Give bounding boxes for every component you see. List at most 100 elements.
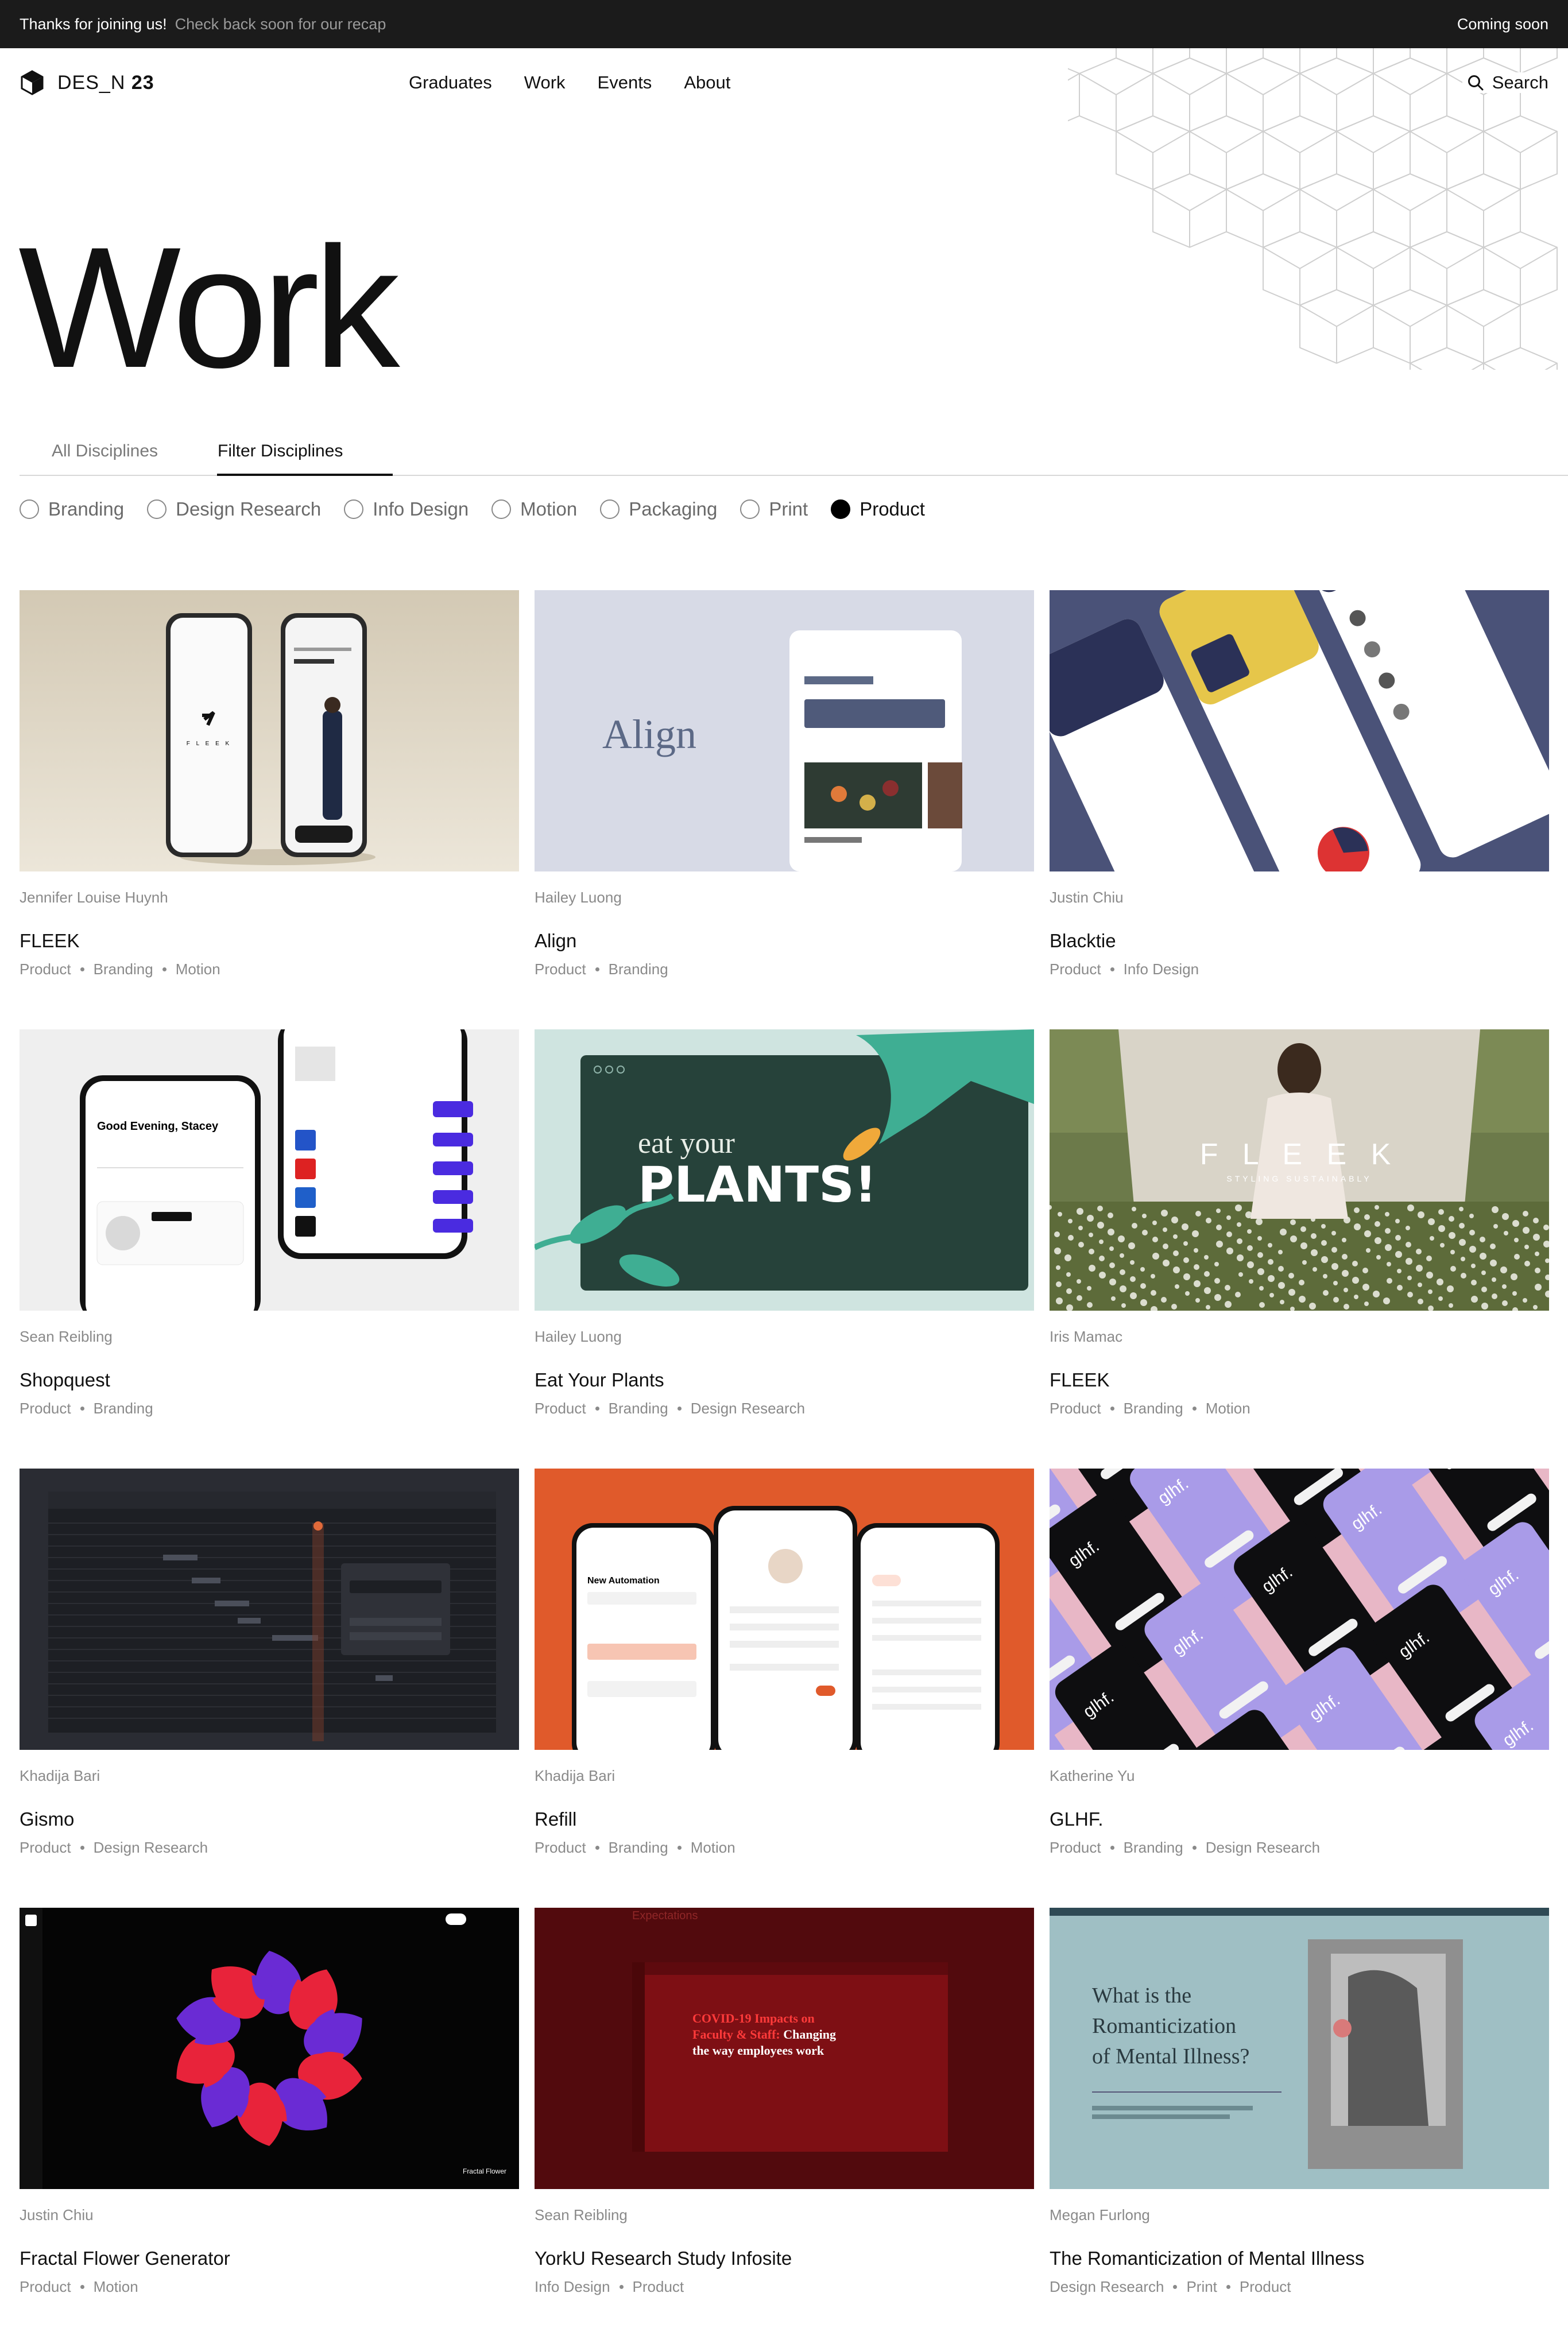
project-title[interactable]: Refill (535, 1808, 576, 1830)
project-thumbnail[interactable]: COVID-19 Impacts on Faculty & Staff: Cha… (535, 1908, 1034, 2189)
coming-soon-label: Coming soon (1457, 15, 1548, 33)
logo-text: DES_N 23 (57, 71, 154, 94)
project-thumbnail[interactable]: What is the Romanticization of Mental Il… (1050, 1908, 1549, 2189)
filter-branding[interactable]: Branding (20, 498, 124, 520)
project-title[interactable]: YorkU Research Study Infosite (535, 2248, 792, 2269)
project-tags: Product Info Design (1050, 960, 1199, 978)
radio-icon (20, 499, 39, 519)
project-thumbnail[interactable]: Align (535, 590, 1034, 871)
nav-work[interactable]: Work (524, 72, 566, 93)
project-card[interactable]: F L E E K STYLING SUSTAINABLY Iris Mamac… (1050, 1029, 1549, 1469)
radio-icon (344, 499, 364, 519)
project-card[interactable]: What is the Romanticization of Mental Il… (1050, 1908, 1549, 2332)
svg-text:Align: Align (602, 711, 696, 757)
svg-text:F L E E K: F L E E K (1200, 1138, 1399, 1171)
search-label: Search (1492, 72, 1548, 92)
project-card[interactable]: Good Evening, Stacey Sean Reibling Shopq… (20, 1029, 519, 1469)
separator-dot (80, 2285, 84, 2289)
project-card[interactable]: COVID-19 Impacts on Faculty & Staff: Cha… (535, 1908, 1034, 2332)
project-tags: Product Design Research (20, 1839, 208, 1857)
separator-dot (595, 967, 599, 971)
tag: Motion (175, 960, 220, 978)
project-title[interactable]: Align (535, 930, 576, 952)
project-thumbnail[interactable] (20, 1469, 519, 1750)
filter-packaging[interactable]: Packaging (600, 498, 717, 520)
tag: Branding (1123, 1400, 1183, 1417)
separator-dot (677, 1846, 682, 1850)
project-title[interactable]: GLHF. (1050, 1808, 1104, 1830)
project-thumbnail[interactable]: Good Evening, Stacey (20, 1029, 519, 1311)
project-thumbnail[interactable]: F L E E K (20, 590, 519, 871)
tag: Product (20, 1400, 71, 1417)
project-title[interactable]: FLEEK (1050, 1369, 1110, 1391)
site-logo[interactable]: DES_N 23 (20, 70, 154, 95)
main-nav: Graduates Work Events About (409, 72, 730, 93)
filter-print[interactable]: Print (740, 498, 808, 520)
project-card[interactable]: Fractal Flower Justin Chiu Fractal Flowe… (20, 1908, 519, 2332)
project-thumbnail[interactable]: New Automation (535, 1469, 1034, 1750)
page-title: Work (18, 211, 400, 404)
project-title[interactable]: Gismo (20, 1808, 74, 1830)
project-thumbnail[interactable]: Fractal Flower (20, 1908, 519, 2189)
project-title[interactable]: The Romanticization of Mental Illness (1050, 2248, 1364, 2269)
filter-label: Info Design (373, 498, 469, 520)
tag: Motion (1205, 1400, 1250, 1417)
filter-design-research[interactable]: Design Research (147, 498, 321, 520)
project-thumbnail[interactable]: glhf. glhf. glhf. glhf. glhf. glhf. glhf. glhf.… (1050, 1469, 1549, 1750)
project-title[interactable]: Shopquest (20, 1369, 110, 1391)
tag: Product (1050, 1839, 1101, 1856)
tag: Product (20, 1839, 71, 1856)
separator-dot (1110, 967, 1114, 971)
tag: Branding (1123, 1839, 1183, 1856)
tag: Info Design (535, 2278, 610, 2295)
project-card[interactable]: glhf. glhf. glhf. glhf. glhf. glhf. glhf. glhf.… (1050, 1469, 1549, 1908)
project-card[interactable]: F L E E K Jennifer Louise Huynh FLEEK Pr… (20, 590, 519, 1029)
tab-filter-disciplines[interactable]: Filter Disciplines (218, 441, 343, 461)
search-icon (1468, 75, 1484, 91)
project-title[interactable]: Eat Your Plants (535, 1369, 664, 1391)
project-author: Khadija Bari (20, 1767, 100, 1784)
announcement-secondary: Check back soon for our recap (175, 15, 386, 33)
nav-about[interactable]: About (684, 72, 730, 93)
separator-dot (80, 1846, 84, 1850)
filter-label: Branding (48, 498, 125, 520)
project-tags: Product Branding Motion (20, 960, 220, 978)
project-card[interactable]: Justin Chiu Blacktie Product Info Design (1050, 590, 1549, 1029)
project-title[interactable]: FLEEK (20, 930, 80, 952)
project-card[interactable]: New Automation Khadija Bari Refill Produ… (535, 1469, 1034, 1908)
tag: Design Research (1050, 2278, 1164, 2295)
svg-text:Fractal Flower: Fractal Flower (463, 2167, 506, 2175)
filter-label: Print (769, 498, 808, 520)
search-button[interactable]: Search (1462, 72, 1548, 93)
svg-text:of Mental Illness?: of Mental Illness? (1092, 2044, 1249, 2068)
announcement-bar: Thanks for joining us! Check back soon fo… (0, 0, 1568, 48)
project-card[interactable]: Khadija Bari Gismo Product Design Resear… (20, 1469, 519, 1908)
tab-all-disciplines[interactable]: All Disciplines (52, 441, 158, 461)
tag: Design Research (93, 1839, 208, 1856)
radio-selected-icon (831, 499, 851, 519)
tag: Design Research (1205, 1839, 1321, 1856)
tag: Design Research (690, 1400, 806, 1417)
project-tags: Product Branding Design Research (535, 1400, 805, 1417)
project-title[interactable]: Fractal Flower Generator (20, 2248, 230, 2269)
tag: Product (20, 2278, 71, 2295)
tag: Branding (608, 1400, 668, 1417)
logo-cube-icon (21, 70, 44, 95)
project-card[interactable]: eat your PLANTS! Hailey Luong Eat Your P… (535, 1029, 1034, 1469)
nav-graduates[interactable]: Graduates (409, 72, 492, 93)
project-tags: Product Branding (20, 1400, 153, 1417)
filter-info-design[interactable]: Info Design (344, 498, 469, 520)
filter-product[interactable]: Product (831, 498, 925, 520)
project-thumbnail[interactable] (1050, 590, 1549, 871)
project-title[interactable]: Blacktie (1050, 930, 1116, 952)
project-author: Katherine Yu (1050, 1767, 1135, 1784)
filter-label: Motion (520, 498, 578, 520)
project-card[interactable]: Align Hailey Luong Align Product Brandin… (535, 590, 1034, 1029)
project-thumbnail[interactable]: eat your PLANTS! (535, 1029, 1034, 1311)
project-tags: Product Motion (20, 2278, 138, 2296)
project-author: Jennifer Louise Huynh (20, 889, 168, 906)
nav-events[interactable]: Events (598, 72, 652, 93)
svg-text:Good Evening, Stacey: Good Evening, Stacey (97, 1120, 219, 1133)
project-thumbnail[interactable]: F L E E K STYLING SUSTAINABLY (1050, 1029, 1549, 1311)
filter-motion[interactable]: Motion (491, 498, 577, 520)
